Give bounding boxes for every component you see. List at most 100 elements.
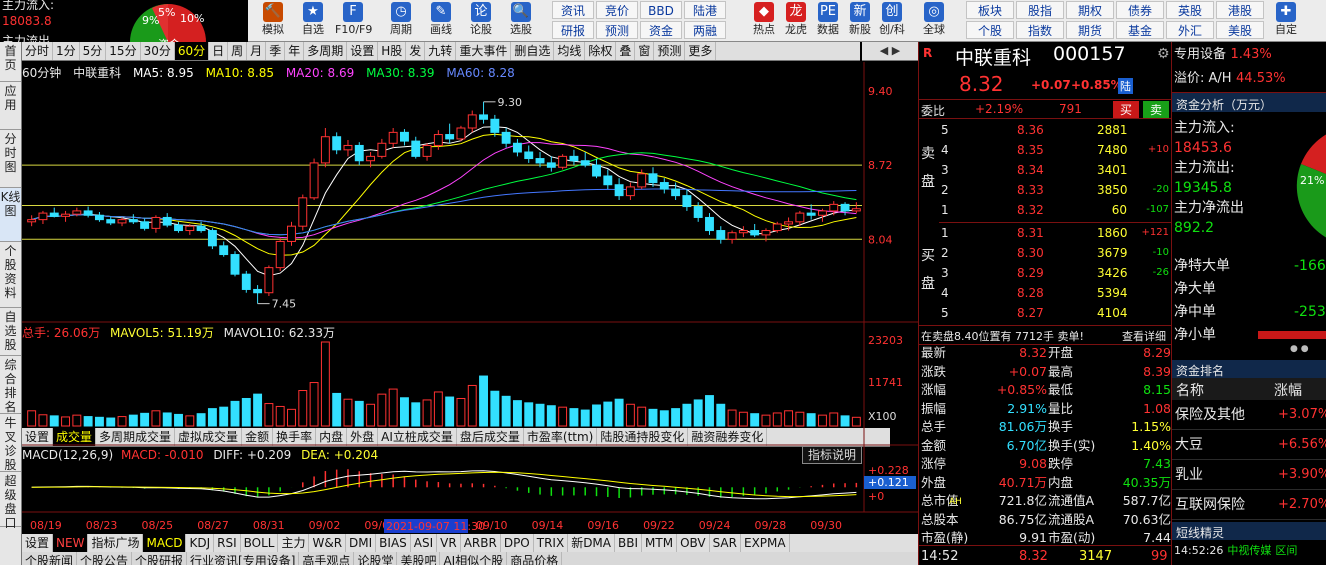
buy-button[interactable]: 买	[1113, 101, 1139, 118]
toolbar-link-3-1[interactable]: 两融	[684, 21, 726, 39]
market-link-0-0[interactable]: 板块	[966, 1, 1014, 19]
left-tab-6[interactable]: 综合排名	[0, 356, 21, 414]
rank-col-name: 名称	[1176, 383, 1204, 399]
short-news-item[interactable]: 14:52:26 中视传媒 区间	[1174, 542, 1297, 558]
itabs-10[interactable]: BIAS	[376, 534, 411, 552]
itabs-1[interactable]: NEW	[53, 534, 89, 552]
left-tab-1[interactable]: 应用	[0, 82, 21, 130]
market-link-5-0[interactable]: 港股	[1216, 1, 1264, 19]
bids-level[interactable]: 4 8.28 5394	[941, 283, 1169, 303]
itabs-20[interactable]: SAR	[710, 534, 741, 552]
itabs-15[interactable]: TRIX	[534, 534, 569, 552]
itabs-0[interactable]: 设置	[22, 534, 54, 552]
magnifier-toolbar-button[interactable]: 🔍 选股	[503, 1, 539, 41]
hammer-toolbar-button[interactable]: 🔨 模拟	[255, 1, 291, 41]
toolbar-link-0-1[interactable]: 研报	[552, 21, 594, 39]
itabs-11[interactable]: ASI	[411, 534, 438, 552]
hot-toolbar-button[interactable]: ◆ 热点	[746, 1, 782, 41]
itabs-4[interactable]: KDJ	[186, 534, 215, 552]
asks-level[interactable]: 3 8.34 3401	[941, 160, 1169, 180]
gear-icon[interactable]: ⚙	[1157, 46, 1170, 62]
itabs-3[interactable]: MACD	[143, 534, 187, 552]
candle-body	[535, 158, 545, 164]
bids-level[interactable]: 2 8.30 3679 -10	[941, 243, 1169, 263]
star-market-toolbar-button[interactable]: 创创/科	[874, 1, 910, 41]
itabs-21[interactable]: EXPMA	[741, 534, 790, 552]
ntabs-4[interactable]: 高手观点	[299, 552, 355, 565]
ntabs-2[interactable]: 个股研报	[132, 552, 188, 565]
toolbar-link-1-0[interactable]: 竞价	[596, 1, 638, 19]
ntabs-6[interactable]: 美股吧	[397, 552, 441, 565]
asks-level[interactable]: 5 8.36 2881	[941, 120, 1169, 140]
market-link-1-0[interactable]: 股指	[1016, 1, 1064, 19]
candle	[512, 138, 522, 157]
kline-chart-svg[interactable]: 9.408.728.049.307.452320311741X100+0.228…	[22, 42, 918, 565]
ntabs-1[interactable]: 个股公告	[77, 552, 133, 565]
itabs-9[interactable]: DMI	[346, 534, 377, 552]
bids-level[interactable]: 3 8.29 3426 -26	[941, 263, 1169, 283]
volume-bar	[524, 402, 534, 427]
star-toolbar-button[interactable]: ★ 自选	[295, 1, 331, 41]
itabs-7[interactable]: 主力	[278, 534, 310, 552]
bids-level[interactable]: 5 8.27 4104	[941, 303, 1169, 323]
left-tab-2[interactable]: 分时图	[0, 130, 21, 188]
ntabs-0[interactable]: 个股新闻	[22, 552, 78, 565]
market-link-4-0[interactable]: 英股	[1166, 1, 1214, 19]
rank-item[interactable]: 保险及其他 +3.07%	[1172, 400, 1326, 430]
left-tab-8[interactable]: 超级盘口	[0, 472, 21, 530]
itabs-19[interactable]: OBV	[677, 534, 710, 552]
forum-toolbar-button[interactable]: 论论股	[463, 1, 499, 41]
market-link-5-1[interactable]: 美股	[1216, 21, 1264, 39]
pager-dots[interactable]: ● ●	[1290, 344, 1309, 354]
ipo-toolbar-button[interactable]: 新新股	[842, 1, 878, 41]
left-tab-0[interactable]: 首页	[0, 42, 21, 82]
market-link-3-1[interactable]: 基金	[1116, 21, 1164, 39]
itabs-17[interactable]: BBI	[615, 534, 643, 552]
itabs-8[interactable]: W&R	[309, 534, 347, 552]
itabs-2[interactable]: 指标广场	[88, 534, 144, 552]
clock-toolbar-button[interactable]: ◷ 周期	[383, 1, 419, 41]
left-tab-4[interactable]: 个股资料	[0, 242, 21, 308]
itabs-13[interactable]: ARBR	[461, 534, 501, 552]
ntabs-7[interactable]: AI相似个股	[440, 552, 508, 565]
market-link-2-0[interactable]: 期权	[1066, 1, 1114, 19]
view-detail-link[interactable]: 查看详细	[1122, 328, 1166, 344]
market-link-0-1[interactable]: 个股	[966, 21, 1014, 39]
itabs-12[interactable]: VR	[437, 534, 461, 552]
toolbar-link-2-1[interactable]: 资金	[640, 21, 682, 39]
asks-level[interactable]: 4 8.35 7480 +10	[941, 140, 1169, 160]
pencil-toolbar-button[interactable]: ✎ 画线	[423, 1, 459, 41]
left-tab-5[interactable]: 自选股	[0, 308, 21, 356]
bids-level[interactable]: 1 8.31 1860 +121	[941, 223, 1169, 243]
itabs-14[interactable]: DPO	[501, 534, 534, 552]
ntabs-3[interactable]: 行业资讯[专用设备]	[187, 552, 300, 565]
market-link-1-1[interactable]: 指数	[1016, 21, 1064, 39]
ntabs-5[interactable]: 论股堂	[354, 552, 398, 565]
custom-toolbar-button[interactable]: ✚ 自定	[1268, 1, 1304, 41]
itabs-5[interactable]: RSI	[214, 534, 241, 552]
left-tab-3[interactable]: K线图	[0, 188, 21, 242]
market-link-3-0[interactable]: 债券	[1116, 1, 1164, 19]
left-tab-7[interactable]: 牛叉诊股	[0, 414, 21, 472]
rank-item[interactable]: 大豆 +6.56%	[1172, 430, 1326, 460]
f10-toolbar-button[interactable]: F F10/F9	[335, 1, 372, 41]
rank-item[interactable]: 互联网保险 +2.70%	[1172, 490, 1326, 520]
rank-item[interactable]: 乳业 +3.90%	[1172, 460, 1326, 490]
toolbar-link-2-0[interactable]: BBD	[640, 1, 682, 19]
data-toolbar-button[interactable]: PE 数据	[810, 1, 846, 41]
ntabs-8[interactable]: 商品价格	[507, 552, 563, 565]
toolbar-link-1-1[interactable]: 预测	[596, 21, 638, 39]
stat-label: 涨停	[921, 456, 947, 471]
sell-button[interactable]: 卖	[1143, 101, 1169, 118]
toolbar-link-3-0[interactable]: 陆港	[684, 1, 726, 19]
itabs-6[interactable]: BOLL	[241, 534, 279, 552]
globe-toolbar-button[interactable]: ◎ 全球	[916, 1, 952, 41]
asks-level[interactable]: 2 8.33 3850 -20	[941, 180, 1169, 200]
toolbar-link-0-0[interactable]: 资讯	[552, 1, 594, 19]
asks-level[interactable]: 1 8.32 60 -107	[941, 200, 1169, 220]
dragon-toolbar-button[interactable]: 龙龙虎	[778, 1, 814, 41]
itabs-18[interactable]: MTM	[642, 534, 678, 552]
market-link-2-1[interactable]: 期货	[1066, 21, 1114, 39]
market-link-4-1[interactable]: 外汇	[1166, 21, 1214, 39]
itabs-16[interactable]: 新DMA	[568, 534, 615, 552]
